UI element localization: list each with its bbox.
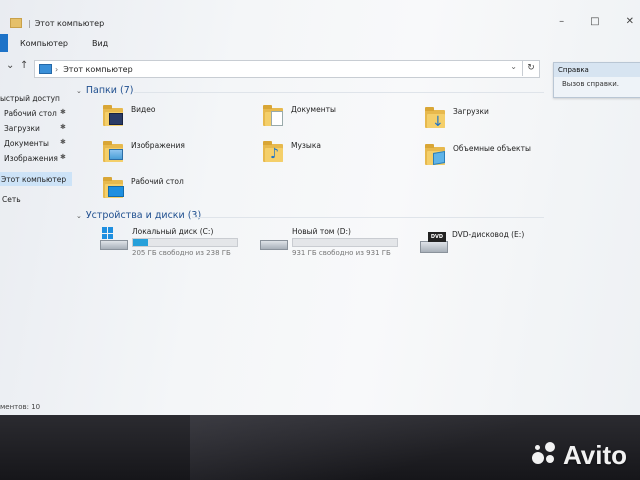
- address-dropdown-icon[interactable]: ⌄: [510, 62, 517, 71]
- minimize-icon[interactable]: –: [559, 16, 564, 27]
- folder-downloads[interactable]: ↓ Загрузки: [425, 107, 489, 129]
- ribbon-tabs: Компьютер Вид: [0, 34, 640, 52]
- help-tooltip-title: Справка: [554, 63, 640, 77]
- computer-icon: [39, 64, 52, 74]
- sidebar-item-this-pc[interactable]: Этот компьютер: [0, 172, 72, 186]
- navigation-pane: ыстрый доступ Рабочий стол ✱ Загрузки ✱ …: [0, 86, 72, 406]
- group-divider: [192, 217, 544, 218]
- folder-videos[interactable]: Видео: [103, 105, 155, 127]
- drive-d-name: Новый том (D:): [292, 227, 351, 236]
- 3d-objects-folder-icon: [425, 144, 447, 166]
- avito-logo-icon: [532, 442, 558, 468]
- breadcrumb-this-pc[interactable]: Этот компьютер: [63, 65, 132, 74]
- dvd-drive-icon: DVD: [420, 230, 448, 253]
- status-bar: ментов: 10: [0, 401, 640, 413]
- sidebar-item-pictures[interactable]: Изображения: [4, 151, 58, 165]
- tab-computer[interactable]: Компьютер: [8, 39, 80, 48]
- group-header-folders[interactable]: ⌄ Папки (7): [76, 85, 133, 96]
- window-title: Этот компьютер: [34, 18, 105, 28]
- drive-c[interactable]: Локальный диск (C:) 205 ГБ свободно из 2…: [100, 227, 238, 257]
- tab-file[interactable]: [0, 34, 8, 52]
- breadcrumb-chevron-icon[interactable]: ›: [55, 65, 58, 74]
- pin-icon: ✱: [60, 123, 66, 131]
- folder-documents[interactable]: Документы: [263, 105, 336, 127]
- help-tooltip-text: Вызов справки.: [562, 80, 619, 88]
- sidebar-item-quick-access[interactable]: ыстрый доступ: [0, 91, 60, 105]
- sidebar-item-network[interactable]: Сеть: [0, 192, 21, 206]
- sidebar-item-documents[interactable]: Документы: [4, 136, 49, 150]
- tab-view[interactable]: Вид: [80, 39, 120, 48]
- address-bar[interactable]: › Этот компьютер ⌄ ↻: [34, 60, 540, 78]
- desktop-folder-icon: [103, 177, 125, 199]
- folder-desktop[interactable]: Рабочий стол: [103, 177, 184, 199]
- group-divider: [134, 92, 544, 93]
- address-bar-row: ⌄ ↑ › Этот компьютер ⌄ ↻: [0, 58, 640, 80]
- collapse-chevron-icon[interactable]: ⌄: [76, 212, 82, 220]
- title-separator: |: [28, 18, 31, 28]
- video-folder-icon: [103, 105, 125, 127]
- collapse-chevron-icon[interactable]: ⌄: [76, 87, 82, 95]
- group-header-drives[interactable]: ⌄ Устройства и диски (3): [76, 210, 201, 221]
- folder-music[interactable]: ♪ Музыка: [263, 141, 321, 163]
- drive-c-name: Локальный диск (C:): [132, 227, 214, 236]
- hard-drive-icon: [260, 227, 288, 250]
- pin-icon: ✱: [60, 138, 66, 146]
- drive-d-free-space: 931 ГБ свободно из 931 ГБ: [292, 249, 391, 257]
- title-bar: | Этот компьютер – □ ✕: [0, 14, 640, 32]
- documents-folder-icon: [263, 105, 285, 127]
- maximize-icon[interactable]: □: [590, 16, 599, 27]
- sidebar-item-downloads[interactable]: Загрузки: [4, 121, 40, 135]
- avito-watermark: Avito: [532, 440, 627, 470]
- folder-icon: [10, 18, 22, 28]
- downloads-folder-icon: ↓: [425, 107, 447, 129]
- drive-c-free-space: 205 ГБ свободно из 238 ГБ: [132, 249, 231, 257]
- drive-d[interactable]: Новый том (D:) 931 ГБ свободно из 931 ГБ: [260, 227, 398, 257]
- window-controls: – □ ✕: [559, 16, 634, 27]
- refresh-icon[interactable]: ↻: [522, 60, 539, 76]
- help-tooltip: Справка Вызов справки.: [553, 62, 640, 98]
- explorer-window: | Этот компьютер – □ ✕ Компьютер Вид ⌄ ↑…: [0, 0, 640, 415]
- folder-3d-objects[interactable]: Объемные объекты: [425, 144, 531, 166]
- drive-d-usage-bar: [292, 238, 398, 247]
- recent-locations-icon[interactable]: ⌄: [6, 60, 14, 71]
- pin-icon: ✱: [60, 108, 66, 116]
- pin-icon: ✱: [60, 153, 66, 161]
- drive-e[interactable]: DVD DVD-дисковод (E:): [420, 230, 525, 253]
- avito-text: Avito: [563, 439, 628, 470]
- folder-pictures[interactable]: Изображения: [103, 141, 185, 163]
- drive-c-usage-bar: [132, 238, 238, 247]
- hard-drive-icon: [100, 227, 128, 250]
- close-icon[interactable]: ✕: [626, 16, 634, 27]
- up-arrow-icon[interactable]: ↑: [20, 60, 28, 71]
- music-folder-icon: ♪: [263, 141, 285, 163]
- drive-e-name: DVD-дисковод (E:): [452, 230, 525, 239]
- pictures-folder-icon: [103, 141, 125, 163]
- sidebar-item-desktop[interactable]: Рабочий стол: [4, 106, 57, 120]
- status-item-count: ментов: 10: [0, 403, 41, 411]
